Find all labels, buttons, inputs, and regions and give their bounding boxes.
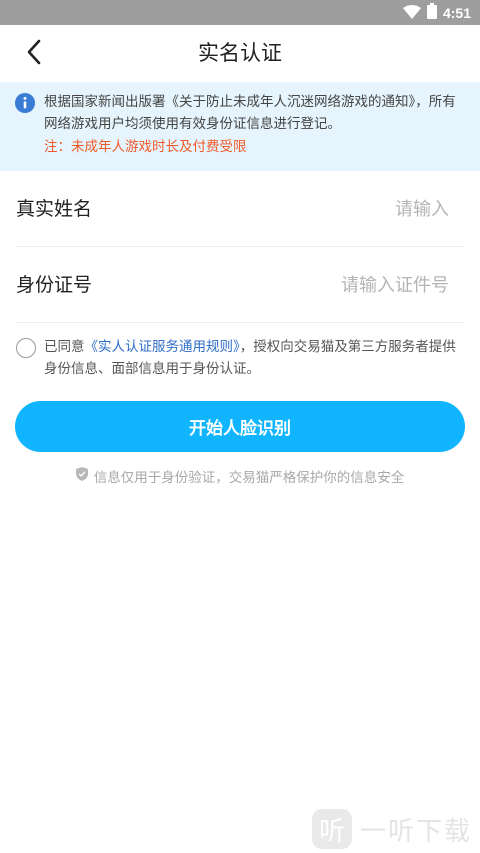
nav-bar: 实名认证 [0,25,480,82]
real-name-row: 真实姓名 [16,171,465,247]
status-time: 4:51 [442,5,471,21]
watermark: 听 一听下载 [311,809,472,849]
notice-warning: 注：未成年人游戏时长及付费受限 [44,139,247,155]
id-number-row: 身份证号 [16,247,465,323]
agreement-text: 已同意《实人认证服务通用规则》，授权向交易猫及第三方服务者提供身份信息、面部信息… [44,336,468,380]
wifi-icon [402,4,421,23]
real-name-input[interactable] [199,191,449,227]
service-rules-link[interactable]: 《实人认证服务通用规则》 [85,339,240,355]
watermark-text: 一听下载 [359,816,472,847]
notice-text: 根据国家新闻出版署《关于防止未成年人沉迷网络游戏的通知》，所有网络游戏用户均须使… [44,94,456,132]
id-number-label: 身份证号 [16,274,93,296]
status-bar: 4:51 [0,0,480,25]
agreement-checkbox[interactable] [16,338,36,358]
id-number-input[interactable] [199,267,449,303]
info-icon [15,93,35,117]
shield-check-icon [75,467,88,485]
real-name-label: 真实姓名 [16,198,93,220]
safety-note-text: 信息仅用于身份验证，交易猫严格保护你的信息安全 [93,470,405,486]
safety-note: 信息仅用于身份验证，交易猫严格保护你的信息安全 [0,466,480,486]
battery-icon [426,3,437,23]
page-title: 实名认证 [198,41,282,65]
watermark-logo: 听 [311,809,352,849]
status-icons: 4:51 [402,3,471,23]
start-face-recognition-button[interactable]: 开始人脸识别 [15,401,465,452]
agreement-prefix: 已同意 [44,339,85,355]
